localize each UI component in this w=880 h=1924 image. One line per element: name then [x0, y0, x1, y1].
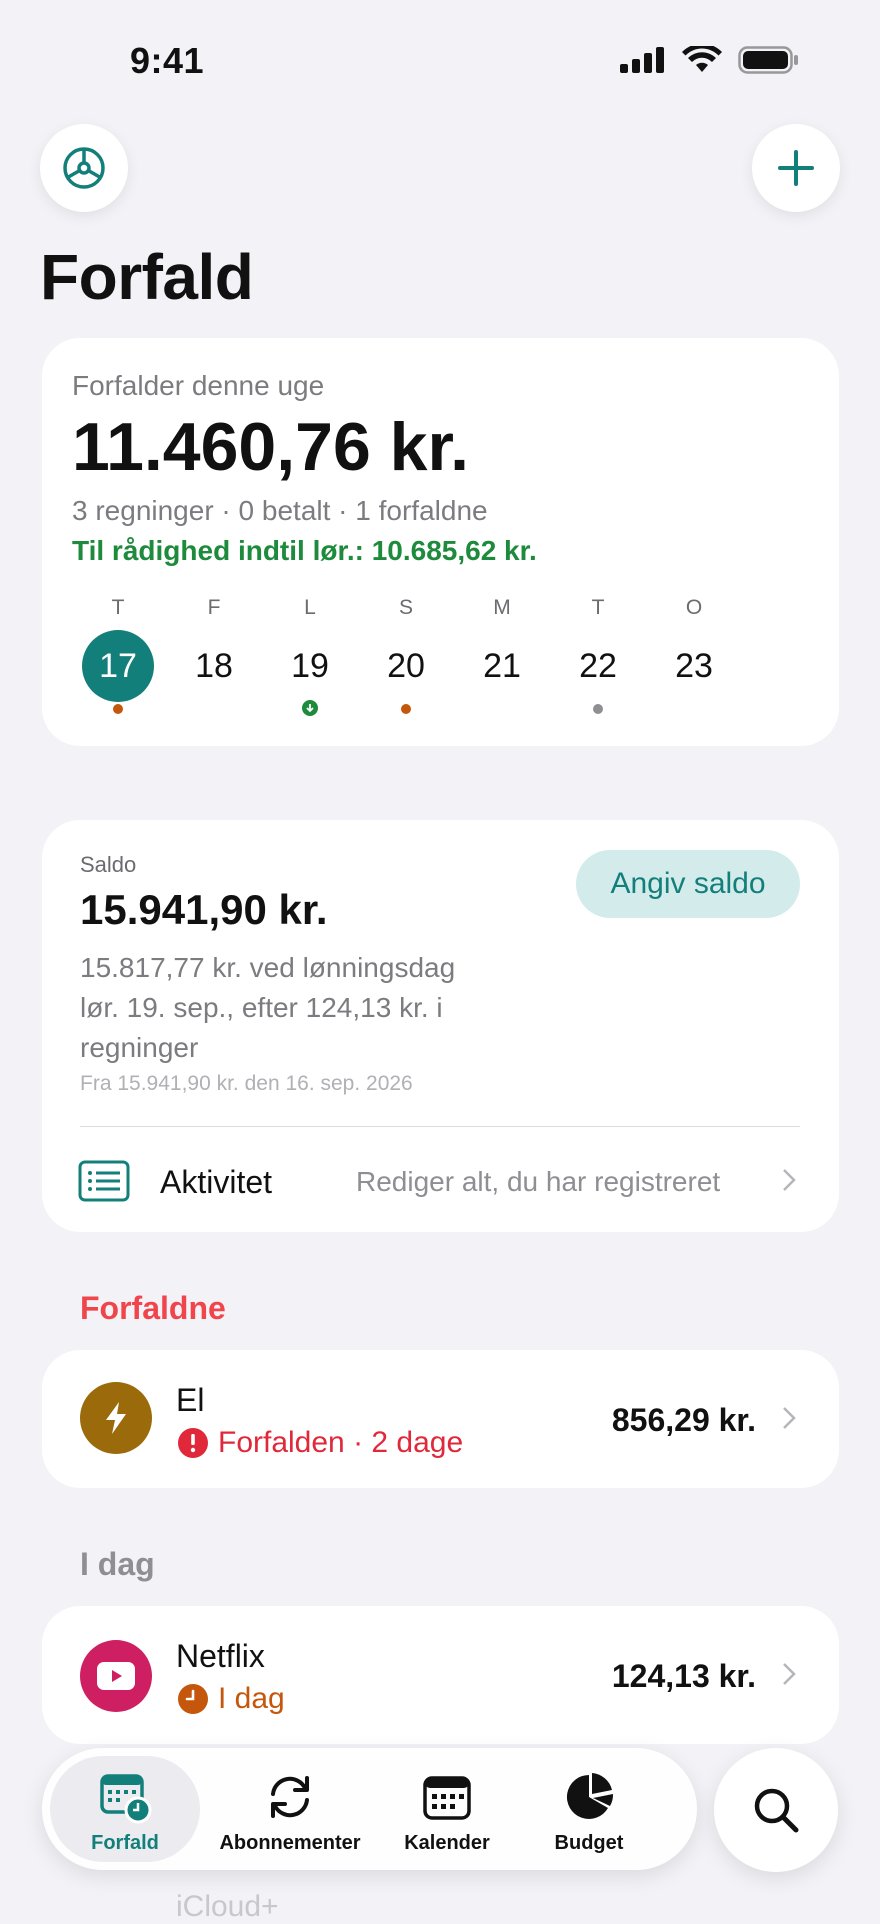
bill-name: El	[176, 1382, 205, 1418]
play-icon	[97, 1662, 135, 1690]
plus-icon	[778, 150, 814, 186]
status-icons	[620, 46, 800, 74]
chevron-right-icon	[783, 1663, 796, 1685]
page-title: Forfald	[40, 241, 254, 313]
balance-label: Saldo	[80, 852, 137, 877]
alert-icon	[178, 1428, 208, 1458]
settings-button[interactable]	[40, 124, 128, 212]
set-balance-button[interactable]: Angiv saldo	[576, 850, 800, 918]
day-letter: S	[398, 596, 413, 619]
status-time: 9:41	[130, 40, 205, 81]
clock-icon	[178, 1684, 208, 1714]
bill-status: Forfalden · 2 dage	[218, 1426, 464, 1459]
day-mon[interactable]: M 21	[462, 596, 542, 685]
tab-label: Abonnementer	[219, 1832, 361, 1854]
week-total-amount: 11.460,76 kr.	[72, 409, 470, 485]
day-number: 18	[195, 646, 233, 685]
day-number: 17	[82, 630, 154, 702]
section-title-today: I dag	[80, 1546, 155, 1582]
week-caption: Forfalder denne uge	[72, 370, 325, 401]
projection-line-1: 15.817,77 kr. ved lønningsdag	[80, 952, 456, 983]
day-sat[interactable]: L 19	[270, 596, 350, 716]
tab-label: Budget	[554, 1832, 624, 1854]
list-icon	[78, 1160, 130, 1202]
bill-name: Netflix	[176, 1638, 265, 1674]
projection-line-2: lør. 19. sep., efter 124,13 kr. i	[80, 992, 443, 1023]
day-letter: T	[591, 596, 605, 619]
tab-budget[interactable]: Budget	[524, 1748, 654, 1870]
wifi-icon	[682, 46, 722, 72]
day-letter: O	[685, 596, 703, 619]
day-number: 23	[675, 646, 713, 685]
add-button[interactable]	[752, 124, 840, 212]
projection-line-3: regninger	[80, 1032, 199, 1063]
section-title-overdue: Forfaldne	[80, 1290, 226, 1326]
calendar-clock-icon	[100, 1774, 152, 1824]
due-dot	[113, 704, 123, 714]
chevron-right-icon	[783, 1169, 796, 1191]
day-tue[interactable]: T 17	[78, 596, 158, 714]
balance-amount: 15.941,90 kr.	[80, 886, 328, 933]
available-amount: Til rådighed indtil lør.: 10.685,62 kr.	[72, 535, 537, 566]
bill-status: I dag	[218, 1682, 285, 1715]
day-letter: L	[304, 596, 316, 619]
tab-label: Kalender	[404, 1832, 490, 1854]
due-dot	[401, 704, 411, 714]
pie-chart-icon	[566, 1773, 614, 1819]
day-sun[interactable]: S 20	[366, 596, 446, 714]
day-fri[interactable]: F 18	[174, 596, 254, 685]
week-summary: 3 regninger · 0 betalt · 1 forfaldne	[72, 495, 488, 526]
day-number: 22	[579, 646, 617, 685]
tab-forfald[interactable]: Forfald	[50, 1748, 200, 1870]
el-avatar	[80, 1382, 152, 1454]
battery-icon	[738, 46, 798, 74]
day-letter: M	[493, 596, 511, 619]
netflix-avatar	[80, 1640, 152, 1712]
day-number: 20	[387, 646, 425, 685]
day-letter: F	[207, 596, 221, 619]
bill-amount: 124,13 kr.	[611, 1658, 756, 1694]
signal-icon	[620, 47, 664, 73]
activity-label: Aktivitet	[160, 1164, 273, 1200]
tab-kalender[interactable]: Kalender	[382, 1748, 512, 1870]
day-number: 19	[291, 646, 329, 685]
search-button[interactable]	[714, 1748, 838, 1872]
day-tue-2[interactable]: T 22	[558, 596, 638, 714]
income-arrow-icon	[302, 700, 318, 716]
tab-bar: Forfald Abonnementer Kalender Budget	[42, 1748, 697, 1870]
sync-icon	[271, 1776, 309, 1818]
search-icon	[754, 1788, 799, 1833]
steering-wheel-icon	[63, 147, 105, 189]
day-wed[interactable]: O 23	[654, 596, 734, 685]
balance-projection: 15.817,77 kr. ved lønningsdag lør. 19. s…	[80, 948, 455, 1068]
day-letter: T	[111, 596, 125, 619]
chevron-right-icon	[783, 1407, 796, 1429]
balance-source: Fra 15.941,90 kr. den 16. sep. 2026	[80, 1072, 413, 1095]
calendar-icon	[423, 1776, 471, 1820]
activity-hint: Rediger alt, du har registreret	[356, 1166, 721, 1197]
bill-amount: 856,29 kr.	[611, 1402, 756, 1438]
tab-abonnementer[interactable]: Abonnementer	[210, 1748, 370, 1870]
bolt-icon	[106, 1402, 126, 1434]
due-dot	[593, 704, 603, 714]
tab-label: Forfald	[91, 1832, 159, 1854]
day-number: 21	[483, 646, 521, 685]
bill-name-peek: iCloud+	[176, 1890, 279, 1923]
